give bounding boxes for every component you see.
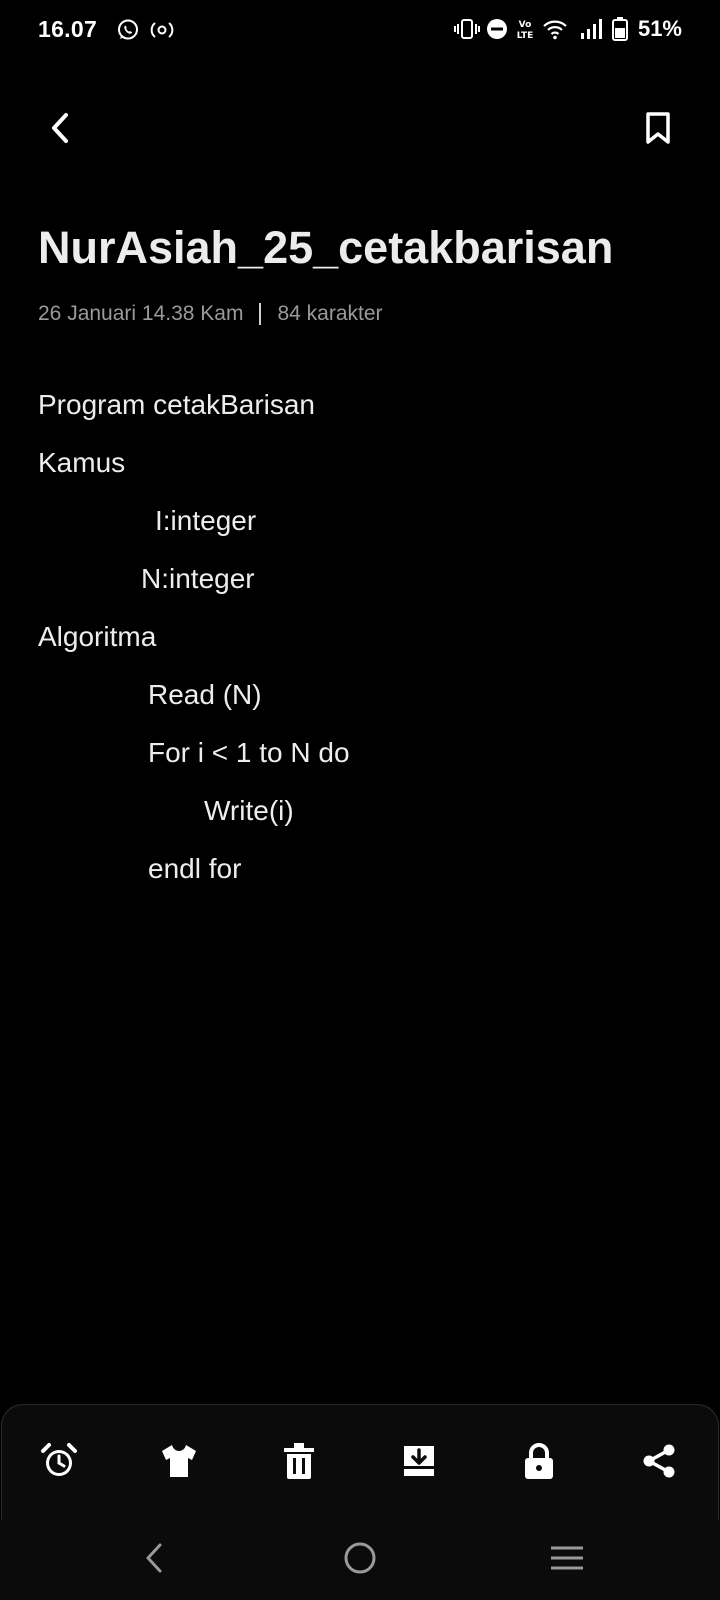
wifi-icon bbox=[542, 18, 568, 40]
do-not-disturb-icon bbox=[486, 18, 508, 40]
volte-icon: Vo LTE bbox=[514, 18, 536, 40]
nav-home-button[interactable] bbox=[336, 1536, 384, 1584]
nav-back-icon bbox=[142, 1542, 166, 1579]
status-time: 16.07 bbox=[38, 16, 98, 42]
delete-button[interactable] bbox=[275, 1439, 323, 1487]
status-bar: 16.07 Vo LTE 51% bbox=[0, 0, 720, 62]
battery-percent: 51% bbox=[637, 16, 682, 41]
save-button[interactable] bbox=[395, 1439, 443, 1487]
note-line: Kamus bbox=[38, 447, 126, 478]
hotspot-icon bbox=[150, 20, 174, 45]
bookmark-icon bbox=[644, 111, 672, 150]
nav-back-button[interactable] bbox=[130, 1536, 178, 1584]
bookmark-button[interactable] bbox=[636, 108, 680, 152]
note-meta: 26 Januari 14.38 Kam 84 karakter bbox=[38, 302, 383, 326]
note-char-count: 84 karakter bbox=[277, 302, 383, 325]
note-date: 26 Januari 14.38 Kam bbox=[38, 302, 244, 325]
note-line: N:integer bbox=[141, 563, 255, 594]
status-right: Vo LTE 51% bbox=[453, 16, 682, 42]
svg-text:LTE: LTE bbox=[517, 31, 534, 40]
theme-shirt-icon bbox=[159, 1443, 199, 1484]
share-icon bbox=[641, 1443, 677, 1484]
svg-text:Vo: Vo bbox=[519, 20, 532, 30]
trash-icon bbox=[282, 1442, 316, 1485]
reminder-button[interactable] bbox=[35, 1439, 83, 1487]
note-line: Program cetakBarisan bbox=[38, 389, 316, 420]
navigation-bar bbox=[0, 1520, 720, 1600]
nav-home-icon bbox=[343, 1541, 377, 1580]
note-body[interactable]: Program cetakBarisan Kamus I:integer N:inte… bbox=[38, 376, 678, 898]
nav-recents-button[interactable] bbox=[543, 1536, 591, 1584]
note-line: endl for bbox=[148, 853, 242, 884]
nav-recents-icon bbox=[550, 1544, 584, 1577]
lock-icon bbox=[523, 1442, 555, 1485]
note-line: Write(i) bbox=[204, 795, 294, 826]
note-line: Algoritma bbox=[38, 621, 157, 652]
meta-separator bbox=[259, 303, 262, 325]
alarm-icon bbox=[40, 1442, 78, 1485]
save-download-icon bbox=[400, 1442, 438, 1485]
top-bar bbox=[0, 98, 720, 162]
battery-icon bbox=[611, 17, 628, 41]
vibrate-icon bbox=[453, 18, 480, 40]
note-title[interactable]: NurAsiah_25_cetakbarisan bbox=[38, 222, 613, 274]
note-line: Read (N) bbox=[148, 679, 262, 710]
bottom-toolbar bbox=[1, 1404, 719, 1521]
theme-button[interactable] bbox=[155, 1439, 203, 1487]
whatsapp-icon bbox=[116, 18, 140, 47]
status-left-icons bbox=[116, 18, 174, 47]
chevron-left-icon bbox=[46, 111, 74, 150]
share-button[interactable] bbox=[635, 1439, 683, 1487]
lock-button[interactable] bbox=[515, 1439, 563, 1487]
back-button[interactable] bbox=[38, 108, 82, 152]
signal-icon bbox=[580, 18, 602, 40]
note-line: I:integer bbox=[155, 505, 257, 536]
note-line: For i < 1 to N do bbox=[148, 737, 350, 768]
